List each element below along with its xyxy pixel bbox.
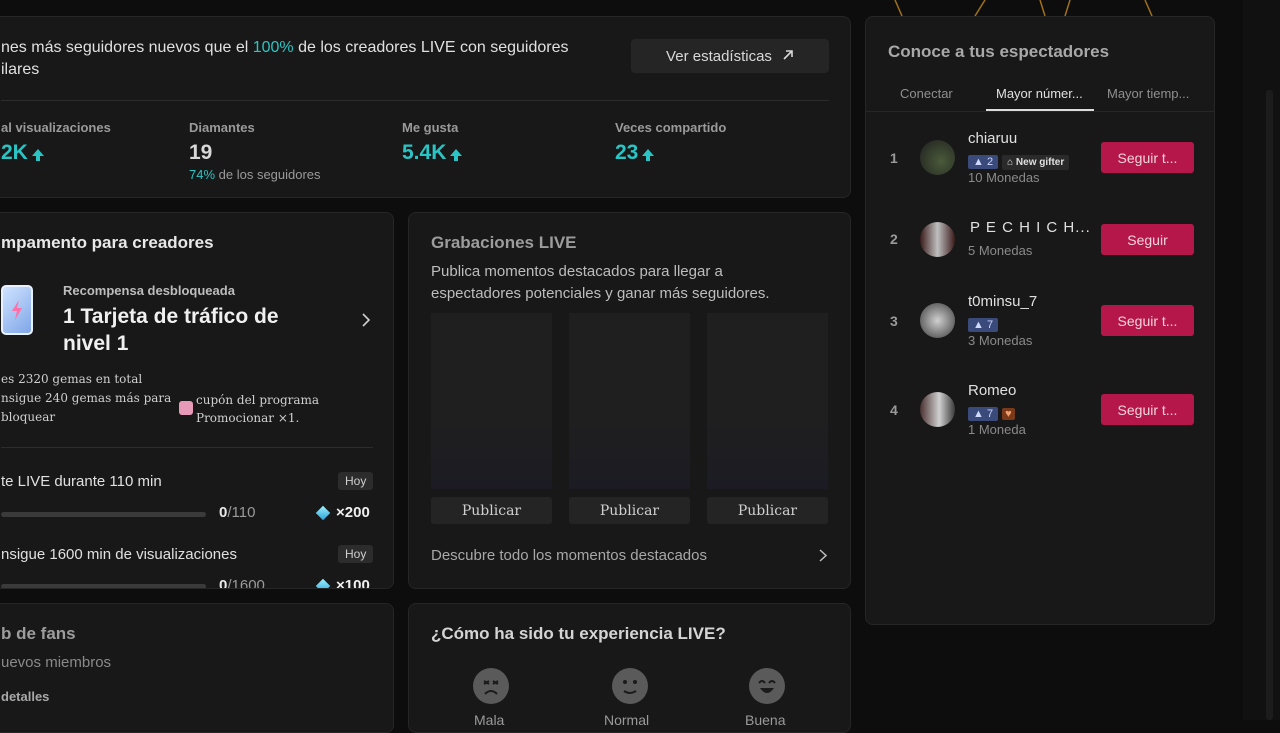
happy-face-icon[interactable] [749, 668, 785, 704]
avatar [920, 392, 955, 427]
viewer-badges: ▲ 2 ⌂ New gifter [968, 152, 1070, 170]
task-title: nsigue 1600 min de visualizaciones [1, 546, 237, 563]
viewer-coins: 5 Monedas [968, 243, 1033, 258]
viewer-name: chiaruu [968, 130, 1018, 147]
gems-info: es 2320 gemas en total nsigue 240 gemas … [1, 372, 172, 424]
tab-connect[interactable]: Conectar [900, 86, 953, 101]
level-badge: ▲ 7 [968, 407, 999, 421]
chevron-right-icon [819, 549, 828, 566]
level-badge: ▲ 7 [968, 318, 999, 332]
metric-shares: Veces compartido 23 [615, 120, 727, 164]
gem-icon [315, 578, 331, 588]
external-arrow-icon [782, 48, 794, 65]
fans-subtitle: uevos miembros [1, 654, 112, 671]
reward-title: 1 Tarjeta de tráfico de nivel 1 [63, 305, 279, 355]
sad-face-icon[interactable] [473, 668, 509, 704]
rating-label: Normal [604, 712, 650, 728]
viewer-name: Romeo [968, 382, 1017, 399]
avatar [920, 303, 955, 338]
task-progress-text: 0/1600 [219, 577, 265, 589]
follow-button[interactable]: Seguir t... [1101, 394, 1194, 425]
stats-card: nes más seguidores nuevos que el 100% de… [0, 16, 851, 198]
rank: 4 [890, 402, 898, 418]
publish-button[interactable]: Publicar [431, 497, 552, 524]
rank: 3 [890, 313, 898, 329]
metric-diamonds: Diamantes 19 74% de los seguidores [189, 120, 321, 182]
viewer-coins: 3 Monedas [968, 333, 1033, 348]
camp-title: mpamento para creadores [1, 233, 214, 252]
top-decoration [890, 0, 1170, 17]
scrollbar-thumb[interactable] [1266, 90, 1273, 720]
traffic-card-icon [1, 285, 33, 335]
fan-club-card: b de fans uevos miembros detalles [0, 603, 394, 733]
viewer-name: P E C H I C H... [970, 219, 1091, 236]
today-badge: Hoy [338, 472, 374, 490]
follow-button[interactable]: Seguir t... [1101, 142, 1194, 173]
discover-highlights-link[interactable]: Descubre todo los momentos destacados [431, 547, 829, 564]
task-progress-text: 0/110 [219, 504, 256, 521]
task-progress-bar [1, 584, 206, 588]
viewer-coins: 1 Moneda [968, 422, 1026, 437]
divider [1, 447, 373, 448]
avatar [920, 222, 955, 257]
up-arrow-icon [450, 149, 463, 161]
publish-button[interactable]: Publicar [707, 497, 828, 524]
coupon-icon [179, 401, 193, 415]
viewer-badges: ▲ 7 [968, 315, 1002, 333]
follow-button[interactable]: Seguir t... [1101, 305, 1194, 336]
stats-summary: nes más seguidores nuevos que el 100% de… [1, 39, 569, 78]
tab-most-gifts[interactable]: Mayor númer... [996, 86, 1083, 101]
divider [1, 100, 829, 101]
metric-likes: Me gusta 5.4K [402, 120, 463, 165]
heart-icon: ♥ [1002, 408, 1015, 420]
highlight-thumbnail[interactable] [569, 313, 690, 489]
rank: 1 [890, 150, 898, 166]
follow-button[interactable]: Seguir [1101, 224, 1194, 255]
up-arrow-icon [31, 149, 44, 161]
chevron-right-icon[interactable] [361, 313, 371, 332]
avatar [920, 140, 955, 175]
viewer-badges: ▲ 7 ♥ [968, 404, 1015, 422]
highlight-thumbnail[interactable] [431, 313, 552, 489]
task-reward: ×100 [336, 577, 370, 589]
fans-title: b de fans [1, 624, 76, 643]
rating-label: Buena [745, 712, 786, 728]
publish-button[interactable]: Publicar [569, 497, 690, 524]
viewers-title: Conoce a tus espectadores [888, 42, 1110, 61]
viewer-coins: 10 Monedas [968, 170, 1040, 185]
creator-camp-card: mpamento para creadores Recompensa desbl… [0, 212, 394, 589]
experience-title: ¿Cómo ha sido tu experiencia LIVE? [431, 624, 726, 643]
task-reward: ×200 [336, 504, 370, 521]
highlight-thumbnail[interactable] [707, 313, 828, 489]
rank: 2 [890, 231, 898, 247]
fans-details-link[interactable]: detalles [1, 689, 49, 704]
up-arrow-icon [642, 149, 655, 161]
scrollbar-track[interactable] [1243, 0, 1280, 720]
tab-most-time[interactable]: Mayor tiemp... [1107, 86, 1189, 101]
recordings-desc: Publica momentos destacados para llegar … [431, 263, 770, 302]
viewer-name: t0minsu_7 [968, 293, 1038, 310]
task-title: te LIVE durante 110 min [1, 473, 162, 490]
recordings-title: Grabaciones LIVE [431, 233, 577, 252]
tabs-divider [866, 111, 1214, 112]
level-badge: ▲ 2 [968, 155, 999, 169]
rating-label: Mala [474, 712, 505, 728]
neutral-face-icon[interactable] [612, 668, 648, 704]
metric-views: al visualizaciones 2K [1, 120, 111, 164]
today-badge: Hoy [338, 545, 374, 563]
coupon-info: cupón del programa Promocionar ×1. [196, 393, 320, 425]
view-stats-button[interactable]: Ver estadísticas [631, 39, 829, 73]
reward-label: Recompensa desbloqueada [63, 283, 235, 298]
new-gifter-badge: ⌂ New gifter [1002, 155, 1070, 170]
task-progress-bar [1, 512, 206, 517]
gem-icon [315, 505, 331, 521]
